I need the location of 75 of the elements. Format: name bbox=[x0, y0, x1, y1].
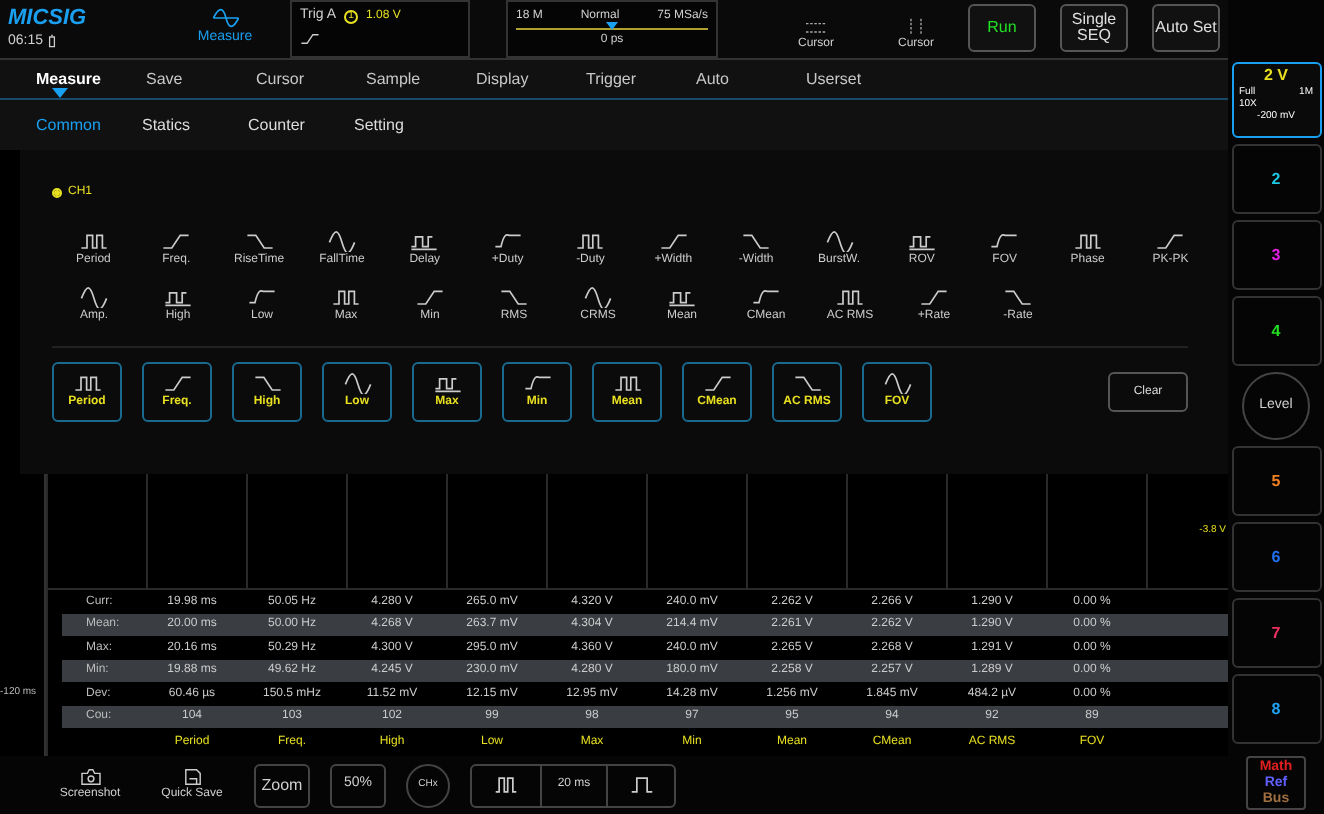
waveform-icon bbox=[163, 372, 191, 395]
waveform-icon bbox=[253, 372, 281, 395]
waveform-icon bbox=[825, 230, 853, 253]
waveform-icon bbox=[1004, 286, 1032, 309]
waveform-icon bbox=[523, 372, 551, 395]
channel-button[interactable]: 8 bbox=[1231, 674, 1321, 744]
channel-button[interactable]: 4 bbox=[1231, 296, 1321, 366]
channel-number: 6 bbox=[1271, 547, 1281, 565]
waveform-icon bbox=[920, 286, 948, 309]
waveform-icon bbox=[245, 230, 274, 253]
waveform-icon bbox=[836, 286, 864, 309]
waveform-icon bbox=[327, 230, 356, 253]
sine-wave-icon bbox=[211, 8, 239, 29]
channel-button[interactable]: 6 bbox=[1231, 522, 1321, 592]
channel-button[interactable]: 2 bbox=[1231, 144, 1321, 214]
waveform-icon bbox=[493, 230, 522, 253]
waveform-icon bbox=[742, 230, 771, 253]
action-button[interactable]: Single SEQ bbox=[1060, 4, 1128, 53]
run-button[interactable]: Run bbox=[968, 4, 1036, 53]
waveform-icon bbox=[248, 286, 276, 309]
menu-tab[interactable]: Sample bbox=[366, 59, 476, 99]
menu-tab[interactable]: Save bbox=[146, 59, 256, 99]
ch1-scale: 2 V bbox=[1263, 66, 1288, 86]
waveform-icon bbox=[162, 230, 191, 253]
sub-tab[interactable]: Common bbox=[36, 113, 142, 138]
waveform-icon bbox=[79, 230, 108, 253]
waveform-icon bbox=[416, 286, 444, 309]
waveform-icon bbox=[752, 286, 780, 309]
logo: MICSIG bbox=[8, 8, 89, 31]
waveform-icon bbox=[332, 286, 360, 309]
channel-number: 3 bbox=[1271, 245, 1281, 263]
waveform-icon bbox=[907, 230, 936, 253]
waveform-icon bbox=[73, 372, 101, 395]
action-button[interactable]: Auto Set bbox=[1152, 4, 1220, 53]
rising-edge-icon bbox=[300, 31, 320, 45]
sub-tab[interactable]: Counter bbox=[248, 113, 354, 138]
channel-button[interactable]: 3 bbox=[1231, 220, 1321, 290]
menu-tab[interactable]: Auto bbox=[696, 59, 806, 99]
waveform-icon bbox=[433, 372, 461, 395]
horizontal-cursor-icon bbox=[806, 17, 826, 36]
waveform-icon bbox=[1073, 230, 1102, 253]
waveform-icon bbox=[500, 286, 528, 309]
menu-tab[interactable]: Userset bbox=[806, 59, 916, 99]
waveform-icon bbox=[883, 372, 911, 395]
waveform-icon bbox=[668, 286, 696, 309]
waveform-icon bbox=[343, 372, 371, 395]
battery-icon bbox=[47, 34, 56, 49]
waveform-icon bbox=[1156, 230, 1185, 253]
waveform-icon bbox=[613, 372, 641, 395]
channel-number: 7 bbox=[1271, 623, 1281, 641]
waveform-icon bbox=[703, 372, 731, 395]
menu-tab[interactable]: Display bbox=[476, 59, 586, 99]
channel-button[interactable]: 5 bbox=[1231, 446, 1321, 516]
waveform-icon bbox=[410, 230, 439, 253]
channel-number: 8 bbox=[1271, 699, 1281, 717]
zoom-button[interactable]: Zoom bbox=[254, 763, 310, 808]
channel-number: 4 bbox=[1271, 321, 1281, 339]
sub-tab[interactable]: Setting bbox=[354, 113, 460, 138]
position-marker[interactable] bbox=[606, 22, 618, 31]
channel-number: 5 bbox=[1271, 471, 1281, 489]
save-icon bbox=[183, 767, 201, 786]
waveform-icon bbox=[576, 230, 605, 253]
menu-tab[interactable]: Trigger bbox=[586, 59, 696, 99]
menu-tab[interactable]: Cursor bbox=[256, 59, 366, 99]
channel-number: 2 bbox=[1271, 169, 1281, 187]
waveform-icon bbox=[584, 286, 612, 309]
waveform-icon bbox=[793, 372, 821, 395]
vertical-cursor-icon bbox=[906, 17, 926, 36]
waveform-icon bbox=[164, 286, 192, 309]
camera-icon bbox=[79, 767, 101, 786]
channel-button[interactable]: 7 bbox=[1231, 598, 1321, 668]
waveform-icon bbox=[659, 230, 688, 253]
waveform-icon bbox=[80, 286, 108, 309]
sub-tab[interactable]: Statics bbox=[142, 113, 248, 138]
waveform-icon bbox=[990, 230, 1019, 253]
